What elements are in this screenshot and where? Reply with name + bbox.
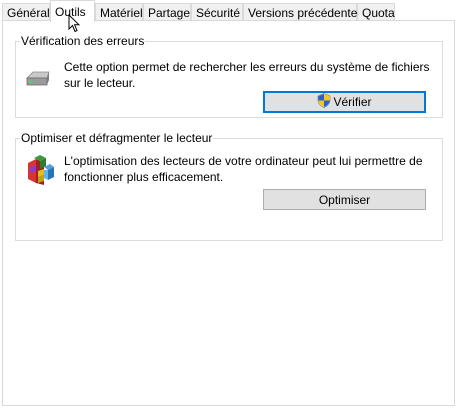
drive-icon — [25, 69, 51, 92]
error-check-description: Cette option permet de rechercher les er… — [64, 60, 430, 90]
uac-shield-icon — [317, 93, 331, 111]
tab-partage[interactable]: Partage — [143, 3, 191, 21]
optimize-group: Optimiser et défragmenter le lecteur — [15, 132, 443, 241]
tab-versions-precedentes[interactable]: Versions précédentes — [243, 3, 363, 21]
mouse-cursor-icon — [68, 13, 81, 36]
tab-general[interactable]: Général — [2, 3, 50, 21]
optimize-description: L'optimisation des lecteurs de votre ord… — [64, 154, 423, 184]
optimize-title: Optimiser et défragmenter le lecteur — [21, 131, 213, 145]
tab-panel-outils: Vérification des erreurs Cette option pe… — [2, 20, 455, 406]
verifier-button-label: Vérifier — [333, 95, 372, 109]
defrag-icon — [24, 153, 56, 190]
error-check-title: Vérification des erreurs — [21, 34, 145, 48]
tab-quota[interactable]: Quota — [357, 3, 395, 21]
verifier-button[interactable]: Vérifier — [263, 91, 426, 113]
optimiser-button-label: Optimiser — [318, 192, 371, 207]
optimiser-button[interactable]: Optimiser — [263, 189, 426, 210]
tab-materiel[interactable]: Matériel — [95, 3, 143, 21]
tab-securite[interactable]: Sécurité — [191, 3, 243, 21]
